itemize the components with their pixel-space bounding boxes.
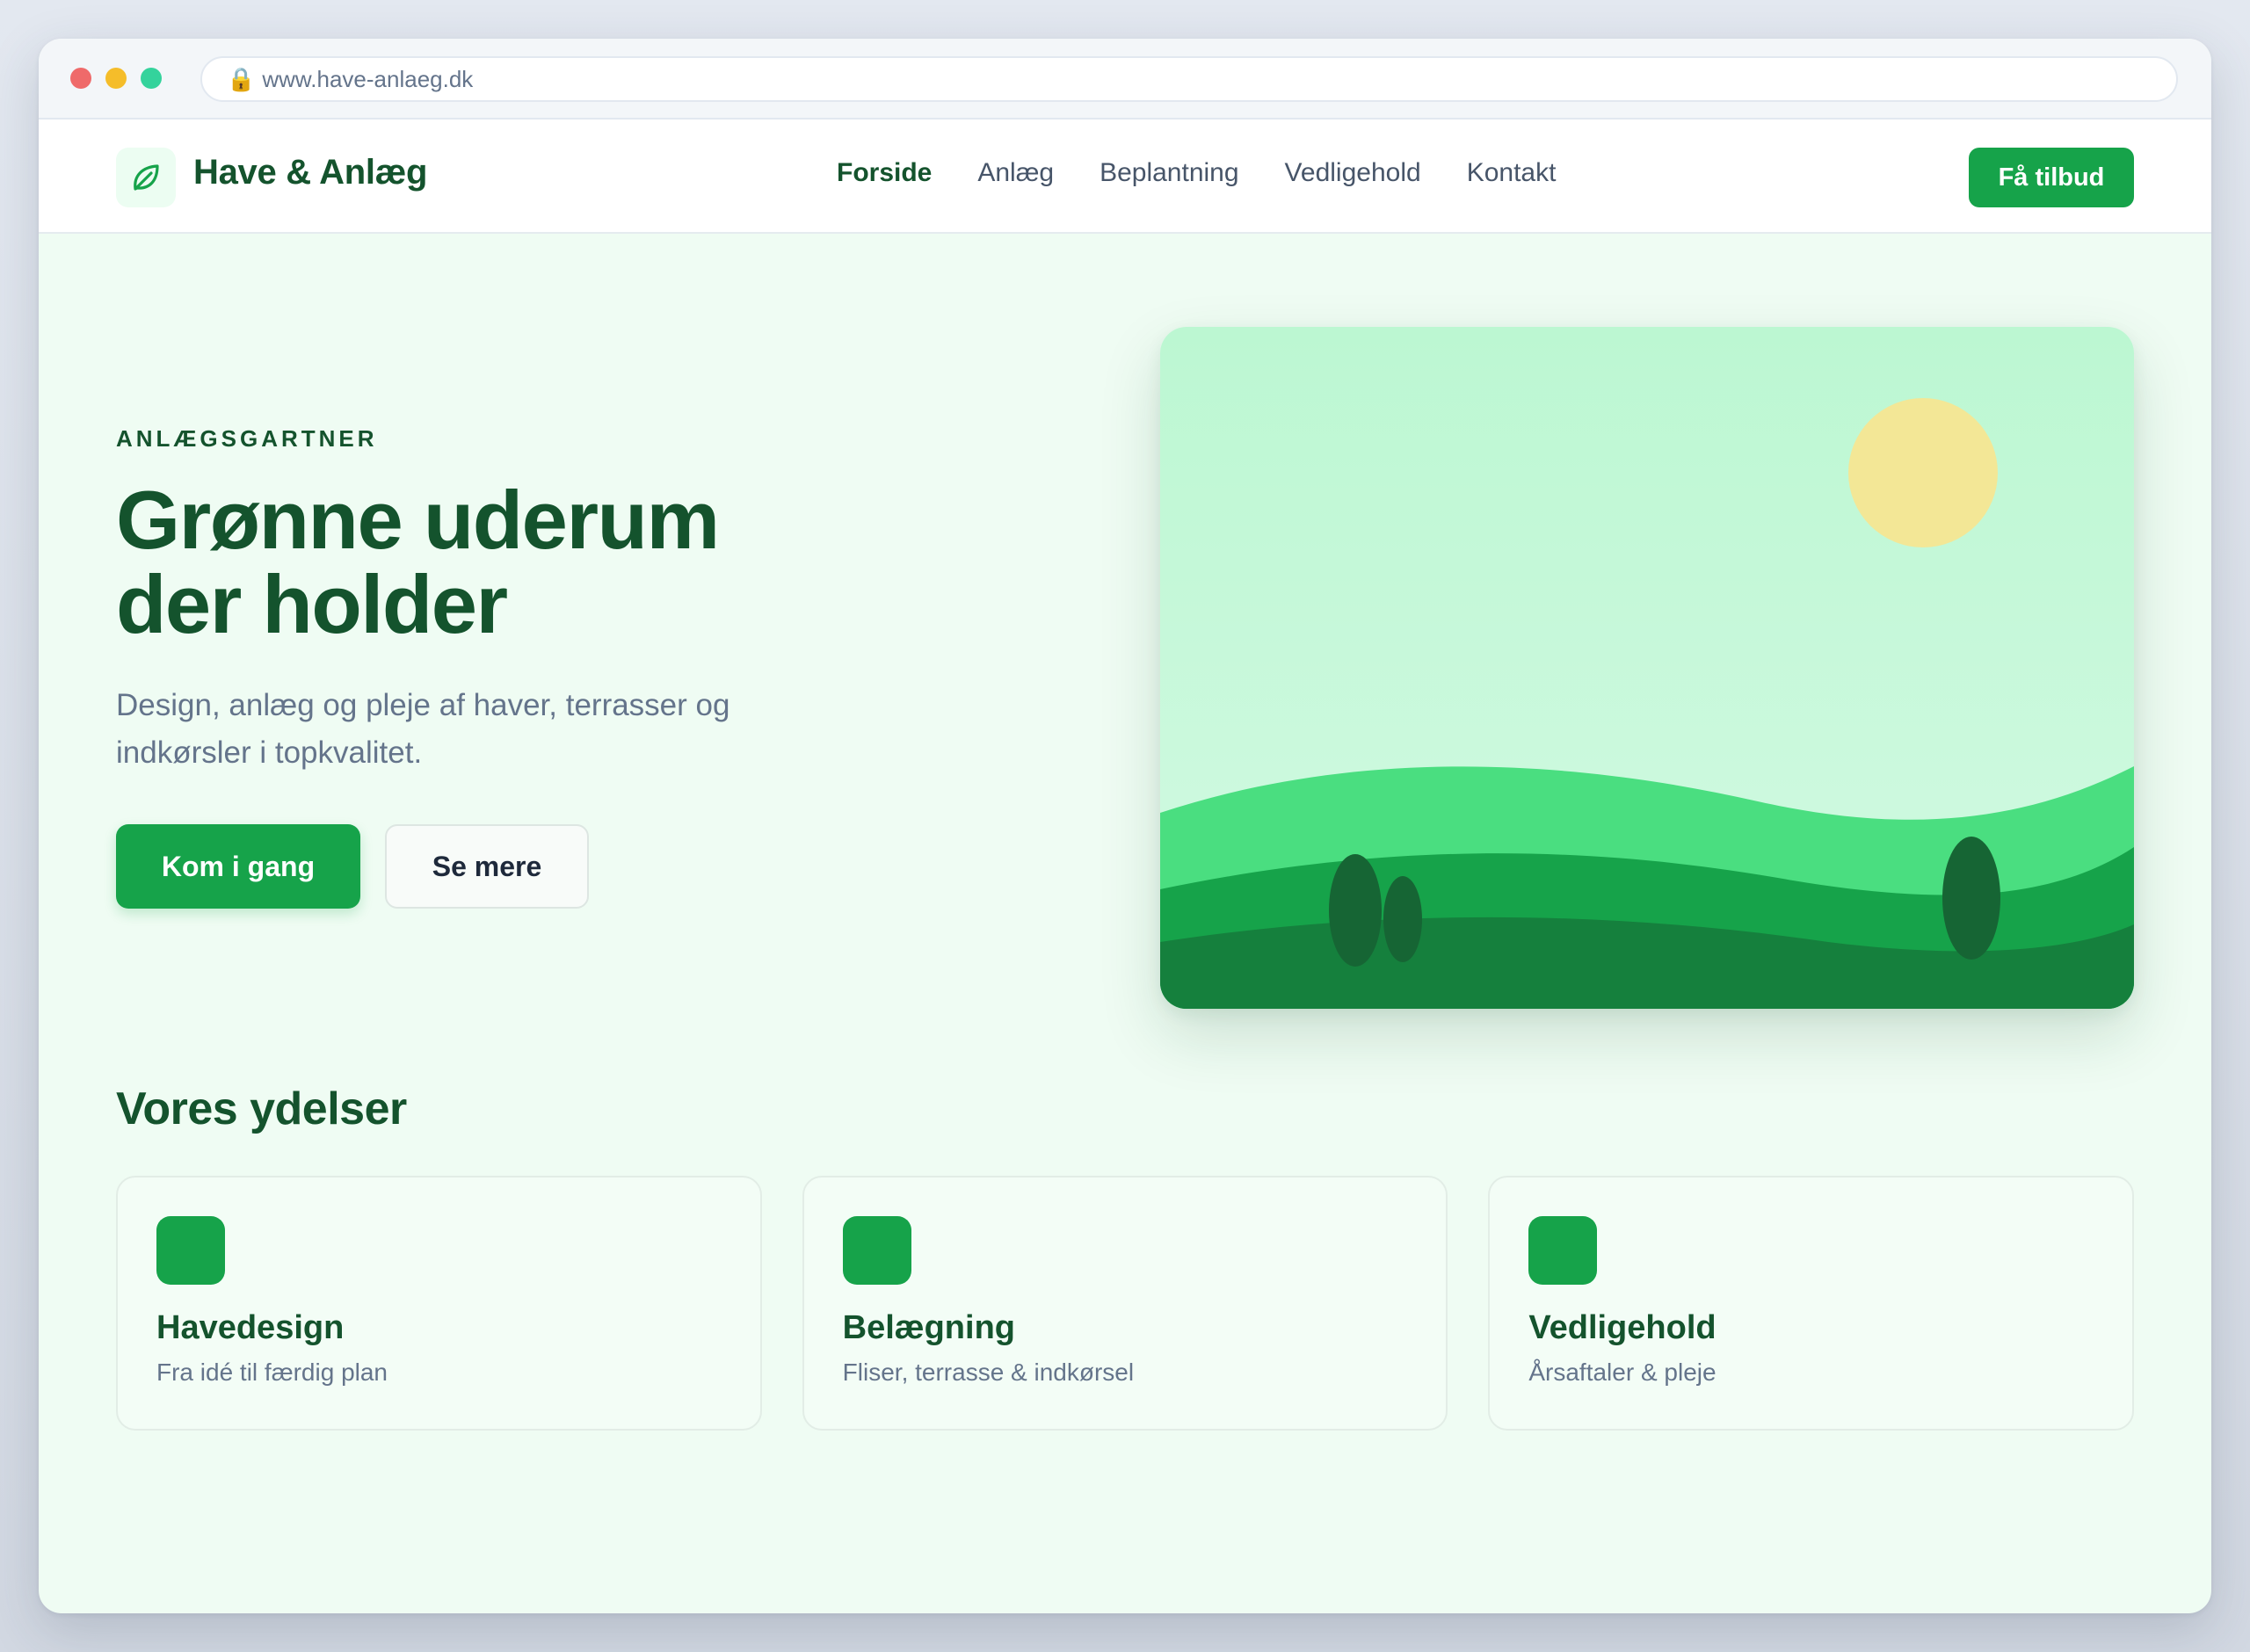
tree-right xyxy=(1942,837,2000,960)
address-bar[interactable]: 🔒 www.have-anlaeg.dk xyxy=(200,56,2178,102)
main-nav: Forside Anlæg Beplantning Vedligehold Ko… xyxy=(837,158,1556,188)
service-icon xyxy=(156,1216,225,1285)
nav-link-anlaeg[interactable]: Anlæg xyxy=(977,158,1054,188)
sun xyxy=(1848,398,1998,547)
service-description: Årsaftaler & pleje xyxy=(1528,1359,1717,1386)
lock-icon: 🔒 xyxy=(227,65,256,92)
brand-name[interactable]: Have & Anlæg xyxy=(193,153,427,192)
service-title: Vedligehold xyxy=(1528,1309,1717,1346)
hero-subtitle-line-1: Design, anlæg og pleje af haver, terrass… xyxy=(116,688,730,722)
tree-left xyxy=(1329,854,1382,967)
hero-title: Grønne uderum der holder xyxy=(116,478,907,647)
service-card-belaegning[interactable]: Belægning Fliser, terrasse & indkørsel xyxy=(802,1176,1448,1431)
hero-subtitle: Design, anlæg og pleje af haver, terrass… xyxy=(116,682,819,777)
hero-title-line-2: der holder xyxy=(116,558,508,650)
hero-title-line-1: Grønne uderum xyxy=(116,474,720,566)
get-started-button[interactable]: Kom i gang xyxy=(116,824,360,909)
service-card-vedligehold[interactable]: Vedligehold Årsaftaler & pleje xyxy=(1488,1176,2135,1431)
service-description: Fliser, terrasse & indkørsel xyxy=(842,1359,1135,1386)
minimize-window-button[interactable] xyxy=(105,68,127,89)
service-card-havedesign[interactable]: Havedesign Fra idé til færdig plan xyxy=(116,1176,762,1431)
site-header: Have & Anlæg Forside Anlæg Beplantning V… xyxy=(39,120,2211,234)
service-icon xyxy=(842,1216,911,1285)
hero-subtitle-line-2: indkørsler i topkvalitet. xyxy=(116,735,423,770)
close-window-button[interactable] xyxy=(70,68,91,89)
service-title: Havedesign xyxy=(156,1309,345,1346)
browser-chrome: 🔒 www.have-anlaeg.dk xyxy=(39,39,2211,120)
tree-left-small xyxy=(1383,876,1422,962)
url-text: www.have-anlaeg.dk xyxy=(262,65,474,92)
service-description: Fra idé til færdig plan xyxy=(156,1359,388,1386)
hero-eyebrow: ANLÆGSGARTNER xyxy=(116,425,378,452)
nav-link-forside[interactable]: Forside xyxy=(837,158,932,188)
service-title: Belægning xyxy=(842,1309,1015,1346)
hero-illustration xyxy=(1160,327,2134,1009)
browser-window: 🔒 www.have-anlaeg.dk Have & Anlæg Forsid… xyxy=(39,39,2211,1613)
see-more-button[interactable]: Se mere xyxy=(385,824,589,909)
get-quote-button[interactable]: Få tilbud xyxy=(1969,148,2134,207)
logo[interactable] xyxy=(116,148,176,207)
nav-link-vedligehold[interactable]: Vedligehold xyxy=(1285,158,1421,188)
service-icon xyxy=(1528,1216,1598,1285)
nav-link-kontakt[interactable]: Kontakt xyxy=(1467,158,1557,188)
services-title: Vores ydelser xyxy=(116,1083,407,1134)
services-list: Havedesign Fra idé til færdig plan Belæg… xyxy=(116,1176,2135,1431)
nav-link-beplantning[interactable]: Beplantning xyxy=(1100,158,1238,188)
maximize-window-button[interactable] xyxy=(141,68,162,89)
landscape-illustration xyxy=(1160,327,2134,1009)
leaf-icon xyxy=(134,164,159,191)
